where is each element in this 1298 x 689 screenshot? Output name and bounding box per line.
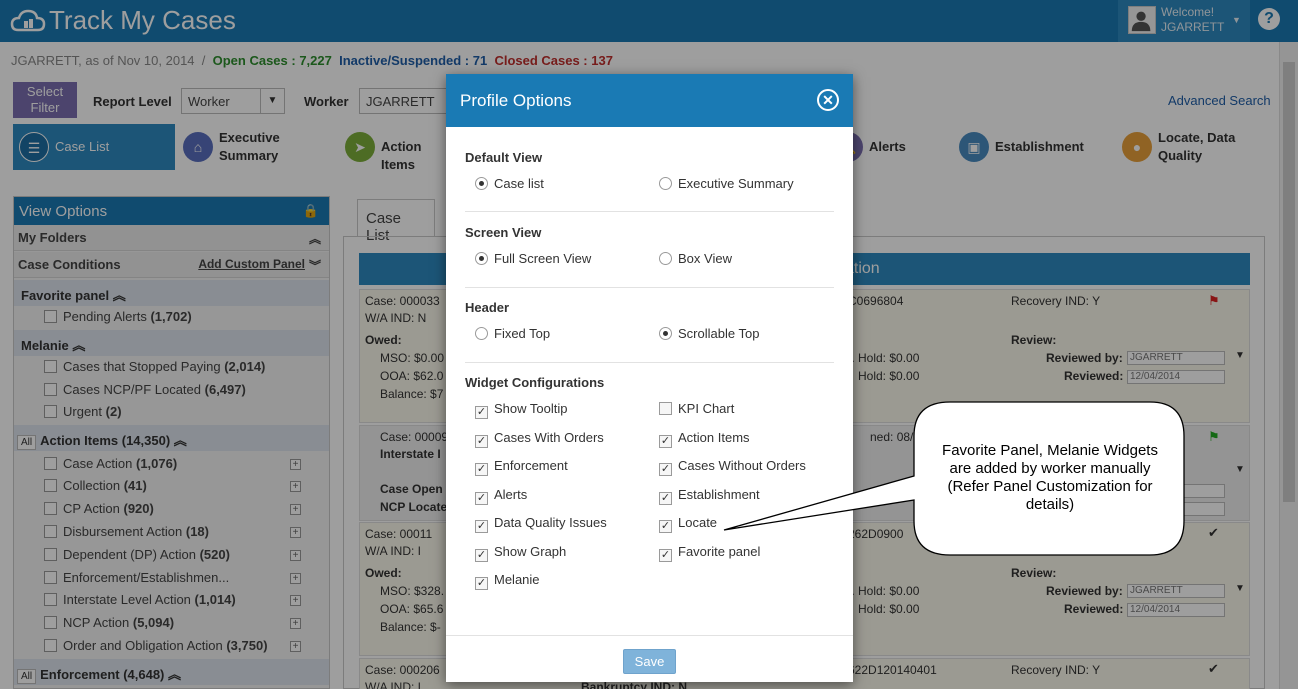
callout-line: details) [1025,496,1075,513]
callout-bubble [723,401,1185,556]
callout-text: Favorite Panel, Melanie Widgets are adde… [918,442,1182,514]
callout-line: (Refer Panel Customization for [947,478,1153,495]
callout-line: Favorite Panel, Melanie Widgets [942,442,1158,459]
callout-line: are added by worker manually [949,460,1151,477]
